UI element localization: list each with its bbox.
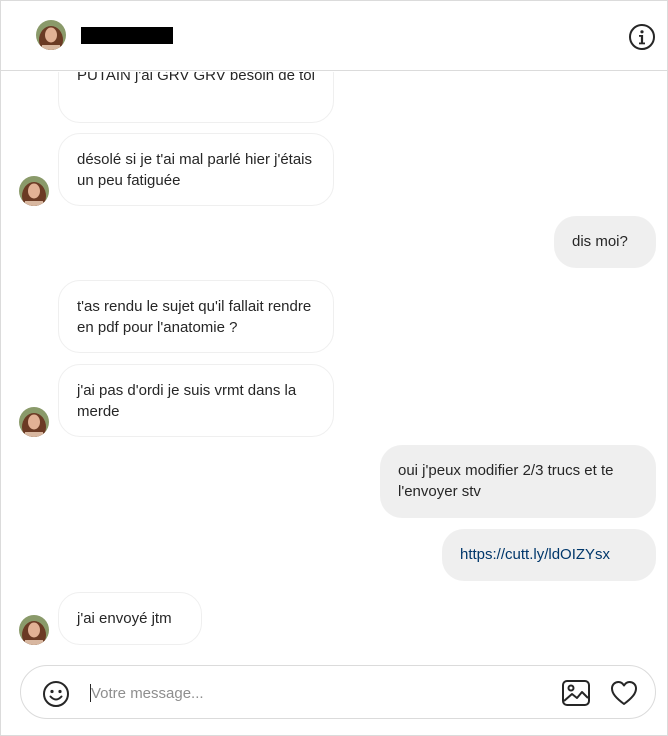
message-text: désolé si je t'ai mal parlé hier j'étais… xyxy=(77,151,313,189)
image-icon[interactable] xyxy=(561,678,591,708)
message-bubble-incoming[interactable]: PUTAIN j'ai GRV GRV besoin de toi xyxy=(58,72,334,123)
message-composer xyxy=(20,665,656,719)
message-bubble-incoming[interactable]: désolé si je t'ai mal parlé hier j'étais… xyxy=(58,133,334,206)
message-input[interactable] xyxy=(91,678,541,708)
sender-avatar[interactable] xyxy=(19,176,49,206)
sender-avatar[interactable] xyxy=(19,615,49,645)
message-bubble-incoming[interactable]: j'ai envoyé jtm xyxy=(58,592,202,645)
smiley-icon[interactable] xyxy=(42,680,70,708)
message-bubble-outgoing[interactable]: oui j'peux modifier 2/3 trucs et te l'en… xyxy=(380,445,656,518)
info-icon[interactable] xyxy=(628,23,656,51)
message-link[interactable]: https://cutt.ly/ldOIZYsx xyxy=(460,546,610,563)
sender-avatar[interactable] xyxy=(19,407,49,437)
message-bubble-incoming[interactable]: j'ai pas d'ordi je suis vrmt dans la mer… xyxy=(58,364,334,437)
direct-message-window: PUTAIN j'ai GRV GRV besoin de toi désolé… xyxy=(0,0,668,736)
message-text: PUTAIN j'ai GRV GRV besoin de toi xyxy=(77,72,315,84)
message-text: j'ai pas d'ordi je suis vrmt dans la mer… xyxy=(77,382,297,420)
heart-icon[interactable] xyxy=(609,678,639,708)
contact-avatar[interactable] xyxy=(36,20,66,50)
message-bubble-incoming[interactable]: t'as rendu le sujet qu'il fallait rendre… xyxy=(58,280,334,353)
message-text: dis moi? xyxy=(572,233,628,250)
message-text: oui j'peux modifier 2/3 trucs et te l'en… xyxy=(398,462,614,500)
conversation-header xyxy=(1,1,667,71)
message-text: j'ai envoyé jtm xyxy=(77,610,172,627)
message-text: t'as rendu le sujet qu'il fallait rendre… xyxy=(77,298,312,336)
message-thread[interactable]: PUTAIN j'ai GRV GRV besoin de toi désolé… xyxy=(1,72,667,652)
message-bubble-outgoing[interactable]: dis moi? xyxy=(554,216,656,268)
contact-name-redacted xyxy=(81,27,173,44)
text-caret xyxy=(90,684,91,702)
message-bubble-outgoing[interactable]: https://cutt.ly/ldOIZYsx xyxy=(442,529,656,581)
